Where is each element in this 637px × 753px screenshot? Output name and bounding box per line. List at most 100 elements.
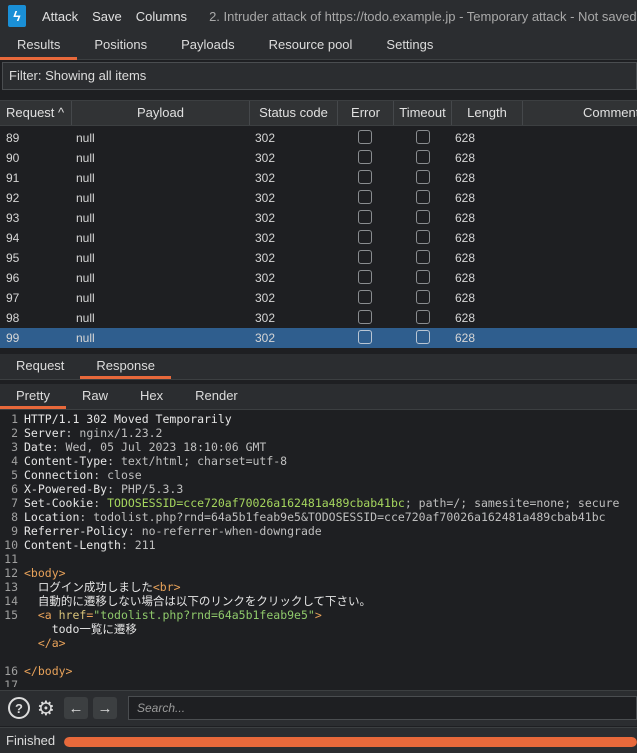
header-value: : close (93, 468, 142, 482)
tab-raw[interactable]: Raw (66, 384, 124, 409)
filter-bar[interactable]: Filter: Showing all items (2, 62, 637, 90)
request-cell: 95 (6, 251, 20, 265)
menu-columns[interactable]: Columns (136, 9, 187, 24)
tab-positions[interactable]: Positions (77, 32, 164, 60)
code-line: 16 </body> (4, 664, 73, 678)
tab-payloads[interactable]: Payloads (164, 32, 251, 60)
body-close-tag: </body> (24, 664, 73, 678)
column-error[interactable]: Error (338, 101, 394, 125)
table-header: Request ^ Payload Status code Error Time… (0, 100, 637, 126)
timeout-checkbox (416, 150, 430, 164)
table-row[interactable]: 97 null 302 628 (0, 288, 637, 308)
code-line: 13 ログイン成功しました<br> (4, 580, 181, 594)
cookie-attributes: ; path=/; samesite=none; secure (404, 496, 620, 510)
table-row[interactable]: 99 null 302 628 (0, 328, 637, 348)
table-row[interactable]: 94 null 302 628 (0, 228, 637, 248)
header-key: Server (24, 426, 66, 440)
tab-hex[interactable]: Hex (124, 384, 179, 409)
request-cell: 91 (6, 171, 20, 185)
error-checkbox (358, 170, 372, 184)
payload-cell: null (76, 151, 95, 165)
status-code-cell: 302 (255, 191, 276, 205)
status-code-cell: 302 (255, 251, 276, 265)
error-checkbox (358, 190, 372, 204)
code-line: 17 (4, 678, 18, 687)
table-body: 89 null 302 628 90 null 302 628 91 null 302 628 92 nu… (0, 128, 637, 348)
error-checkbox (358, 130, 372, 144)
column-comment[interactable]: Comment (523, 101, 637, 125)
code-line: 3 Date: Wed, 05 Jul 2023 18:10:06 GMT (11, 440, 267, 454)
header-key: Connection (24, 468, 94, 482)
header-value: : text/html; charset=utf-8 (107, 454, 288, 468)
table-row[interactable]: 91 null 302 628 (0, 168, 637, 188)
table-row[interactable]: 92 null 302 628 (0, 188, 637, 208)
length-cell: 628 (455, 271, 476, 285)
column-status-code[interactable]: Status code (250, 101, 338, 125)
request-cell: 97 (6, 291, 20, 305)
code-line: 6 X-Powered-By: PHP/5.3.3 (11, 482, 184, 496)
column-timeout[interactable]: Timeout (394, 101, 452, 125)
length-cell: 628 (455, 331, 476, 345)
code-line: 5 Connection: close (11, 468, 142, 482)
status-code-cell: 302 (255, 211, 276, 225)
tab-request[interactable]: Request (0, 354, 80, 379)
cookie-value: TODOSESSID=cce720af70026a162481a489cbab4… (107, 496, 405, 510)
status-code-cell: 302 (255, 311, 276, 325)
timeout-checkbox (416, 310, 430, 324)
payload-cell: null (76, 171, 95, 185)
request-cell: 99 (6, 331, 20, 345)
header-key: Set-Cookie (24, 496, 94, 510)
menu-save[interactable]: Save (92, 9, 122, 24)
search-input[interactable] (128, 696, 637, 720)
help-icon[interactable]: ? (8, 697, 30, 719)
back-arrow-icon[interactable]: ← (64, 697, 88, 719)
header-value: : (93, 496, 108, 510)
tab-results[interactable]: Results (0, 32, 78, 60)
tab-response[interactable]: Response (80, 354, 171, 379)
header-key: Date (24, 440, 52, 454)
length-cell: 628 (455, 191, 476, 205)
request-cell: 90 (6, 151, 20, 165)
header-value: : nginx/1.23.2 (65, 426, 163, 440)
code-line: todo一覧に遷移 (0, 622, 637, 636)
column-length[interactable]: Length (452, 101, 523, 125)
tab-resource-pool[interactable]: Resource pool (252, 32, 370, 60)
table-row[interactable]: 96 null 302 628 (0, 268, 637, 288)
gear-icon[interactable]: ⚙ (35, 697, 57, 720)
menu-attack[interactable]: Attack (42, 9, 78, 24)
error-checkbox (358, 310, 372, 324)
table-row[interactable]: 98 null 302 628 (0, 308, 637, 328)
column-payload[interactable]: Payload (72, 101, 250, 125)
status-text: Finished (6, 733, 56, 748)
column-request[interactable]: Request ^ (0, 101, 72, 125)
status-code-cell: 302 (255, 331, 276, 345)
request-cell: 98 (6, 311, 20, 325)
error-checkbox (358, 230, 372, 244)
tab-settings[interactable]: Settings (369, 32, 450, 60)
table-row[interactable]: 93 null 302 628 (0, 208, 637, 228)
table-row[interactable]: 89 null 302 628 (0, 128, 637, 148)
payload-cell: null (76, 331, 95, 345)
body-text: 自動的に遷移しない場合は以下のリンクをクリックして下さい。 (24, 594, 371, 608)
header-value: : Wed, 05 Jul 2023 18:10:06 GMT (51, 440, 267, 454)
code-line: </a> (0, 636, 637, 650)
code-line: 2 Server: nginx/1.23.2 (11, 426, 163, 440)
anchor-open-tag: <a (24, 608, 59, 622)
header-value: : todolist.php?rnd=64a5b1feab9e5&TODOSES… (79, 510, 606, 524)
timeout-checkbox (416, 230, 430, 244)
payload-cell: null (76, 251, 95, 265)
response-viewer[interactable]: 1 HTTP/1.1 302 Moved Temporarily 2 Server:… (0, 412, 637, 687)
table-row[interactable]: 95 null 302 628 (0, 248, 637, 268)
table-row[interactable]: 90 null 302 628 (0, 148, 637, 168)
tab-pretty[interactable]: Pretty (0, 384, 66, 409)
length-cell: 628 (455, 311, 476, 325)
payload-cell: null (76, 211, 95, 225)
href-value: "todolist.php?rnd=64a5b1feab9e5" (93, 608, 315, 622)
timeout-checkbox (416, 290, 430, 304)
header-key: Content-Type (24, 454, 108, 468)
forward-arrow-icon[interactable]: → (93, 697, 117, 719)
anchor-close-tag: </a> (24, 636, 66, 650)
attack-tabs: Results Positions Payloads Resource pool… (0, 32, 637, 60)
tab-render[interactable]: Render (179, 384, 254, 409)
href-attr: href (58, 608, 87, 622)
